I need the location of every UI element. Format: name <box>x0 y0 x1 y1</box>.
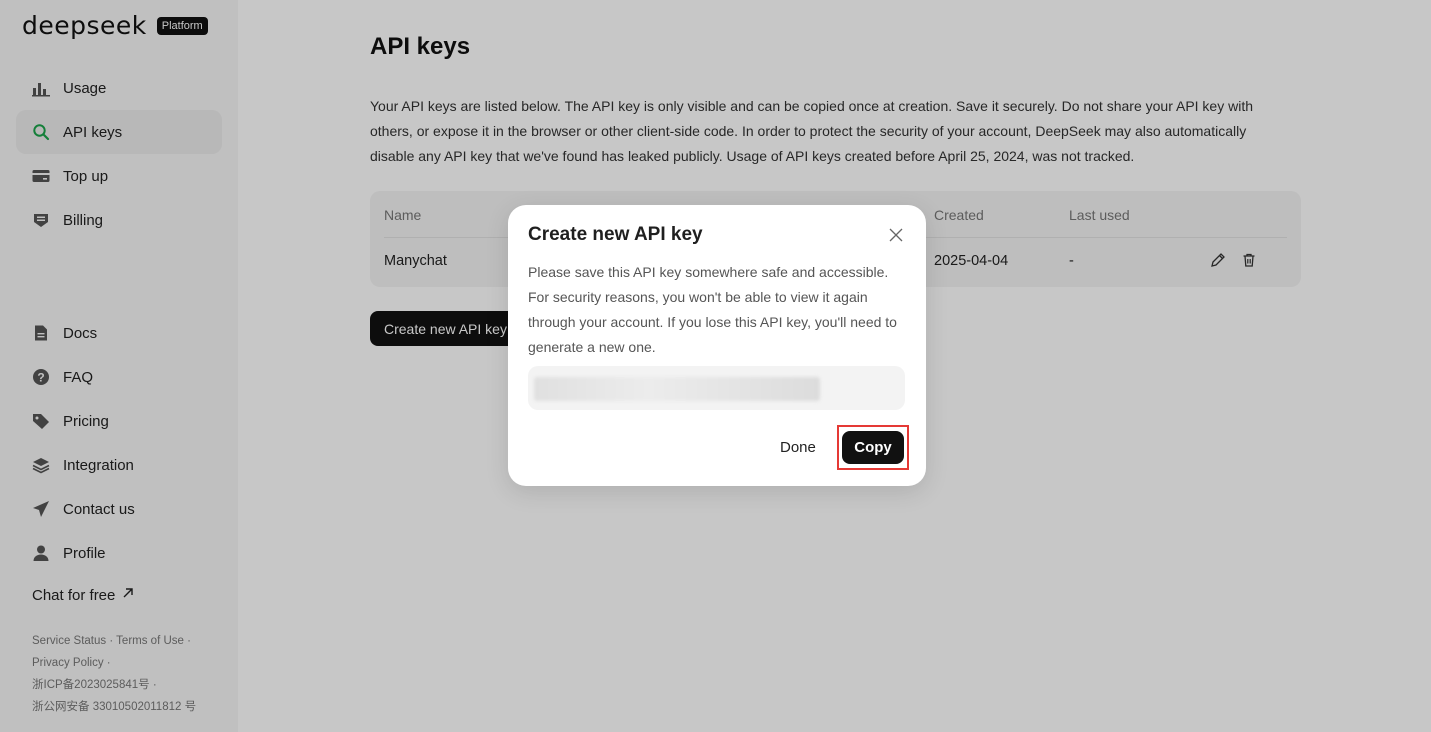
done-button[interactable]: Done <box>770 432 826 462</box>
create-api-key-dialog: Create new API key Please save this API … <box>508 205 926 486</box>
dialog-message: Please save this API key somewhere safe … <box>528 264 897 355</box>
dialog-title: Create new API key <box>528 224 703 245</box>
copy-button[interactable]: Copy <box>842 431 904 464</box>
close-icon[interactable] <box>888 227 906 245</box>
api-key-field[interactable] <box>528 366 905 410</box>
api-key-value-redacted <box>534 377 820 401</box>
